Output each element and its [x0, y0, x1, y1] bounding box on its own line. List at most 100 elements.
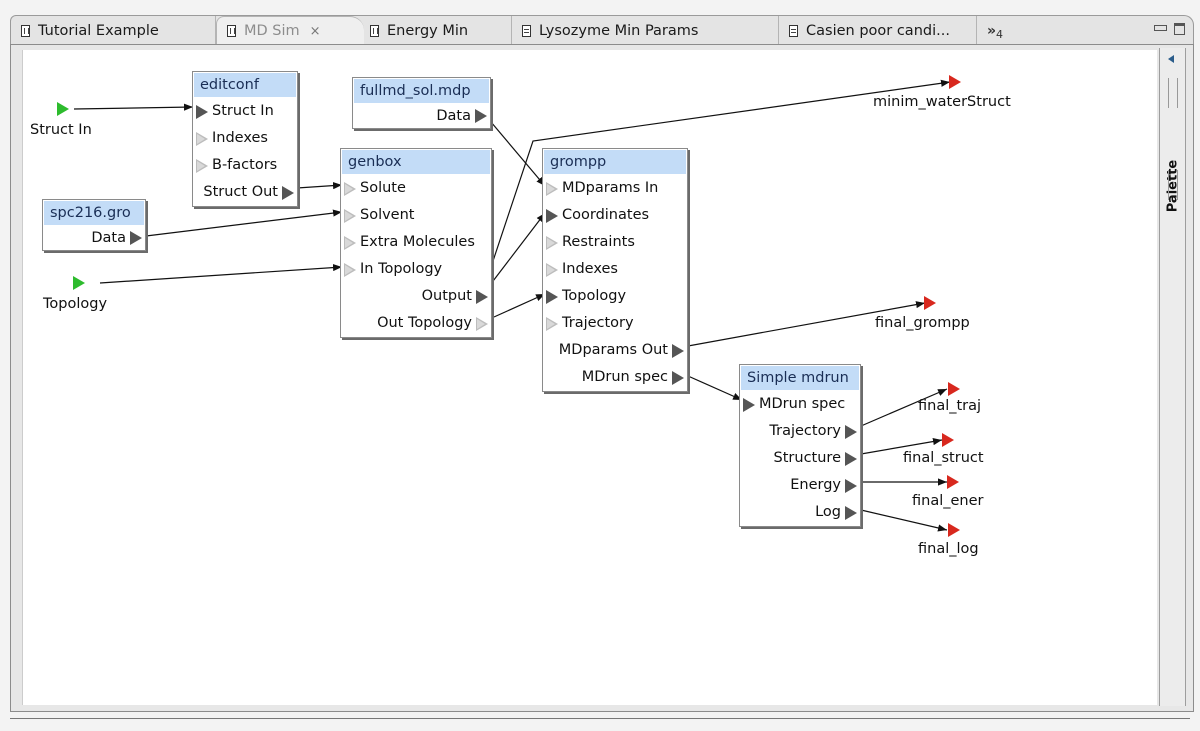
input-terminal-icon[interactable]: [73, 276, 85, 290]
node-editconf[interactable]: editconf Struct In Indexes B-factors Str…: [192, 71, 298, 207]
port-indexes[interactable]: Indexes: [543, 256, 687, 283]
port-b-factors[interactable]: B-factors: [193, 152, 297, 179]
node-fullmd-sol-mdp[interactable]: fullmd_sol.mdp Data: [352, 77, 491, 129]
chevron-double-right-icon: »: [987, 22, 997, 39]
port-label: Structure: [773, 450, 841, 466]
tab-label: Energy Min: [387, 22, 469, 39]
port-data[interactable]: Data: [43, 226, 145, 250]
port-trajectory[interactable]: Trajectory: [740, 418, 860, 445]
output-terminal-icon[interactable]: [942, 433, 954, 447]
port-label: In Topology: [360, 261, 443, 277]
port-unconnected-icon[interactable]: [344, 208, 356, 223]
close-icon[interactable]: ×: [310, 24, 321, 39]
port-connected-icon[interactable]: [476, 289, 488, 304]
port-unconnected-icon[interactable]: [344, 262, 356, 277]
port-solvent[interactable]: Solvent: [341, 202, 491, 229]
port-struct-in[interactable]: Struct In: [193, 98, 297, 125]
port-unconnected-icon[interactable]: [546, 181, 558, 196]
port-label: MDparams In: [562, 180, 659, 196]
port-unconnected-icon[interactable]: [546, 316, 558, 331]
port-connected-icon[interactable]: [845, 505, 857, 520]
port-label: MDrun spec: [581, 369, 668, 385]
port-out-topology[interactable]: Out Topology: [341, 310, 491, 337]
port-data[interactable]: Data: [353, 104, 490, 128]
minimize-icon[interactable]: [1154, 25, 1167, 31]
terminal-label: Struct In: [30, 122, 92, 138]
port-connected-icon[interactable]: [282, 185, 294, 200]
tab-overflow-button[interactable]: » 4: [977, 16, 1037, 45]
port-connected-icon[interactable]: [546, 289, 558, 304]
port-indexes[interactable]: Indexes: [193, 125, 297, 152]
port-unconnected-icon[interactable]: [196, 131, 208, 146]
port-connected-icon[interactable]: [196, 104, 208, 119]
tab-md-sim[interactable]: MD Sim ×: [216, 16, 364, 45]
port-mdparams-in[interactable]: MDparams In: [543, 175, 687, 202]
node-genbox[interactable]: genbox Solute Solvent Extra Molecules In…: [340, 148, 492, 338]
tab-label: Tutorial Example: [38, 22, 159, 39]
port-mdrun-spec[interactable]: MDrun spec: [543, 364, 687, 391]
output-terminal-icon[interactable]: [947, 475, 959, 489]
port-label: Trajectory: [769, 423, 841, 439]
port-connected-icon[interactable]: [845, 451, 857, 466]
port-unconnected-icon[interactable]: [546, 235, 558, 250]
port-restraints[interactable]: Restraints: [543, 229, 687, 256]
port-unconnected-icon[interactable]: [344, 181, 356, 196]
port-trajectory[interactable]: Trajectory: [543, 310, 687, 337]
port-solute[interactable]: Solute: [341, 175, 491, 202]
port-mdparams-out[interactable]: MDparams Out: [543, 337, 687, 364]
output-terminal-icon[interactable]: [948, 382, 960, 396]
palette-grip-icon[interactable]: [1168, 78, 1178, 108]
text-file-icon: [522, 24, 531, 37]
maximize-icon[interactable]: [1174, 23, 1185, 35]
port-label: Log: [815, 504, 841, 520]
port-unconnected-icon[interactable]: [344, 235, 356, 250]
port-coordinates[interactable]: Coordinates: [543, 202, 687, 229]
port-connected-icon[interactable]: [672, 343, 684, 358]
divider: [10, 718, 1190, 719]
port-connected-icon[interactable]: [546, 208, 558, 223]
port-label: Data: [91, 229, 126, 246]
port-structure[interactable]: Structure: [740, 445, 860, 472]
port-connected-icon[interactable]: [475, 109, 487, 123]
port-output[interactable]: Output: [341, 283, 491, 310]
tab-lysozyme-min-params[interactable]: Lysozyme Min Params: [512, 16, 779, 45]
port-topology[interactable]: Topology: [543, 283, 687, 310]
port-extra-molecules[interactable]: Extra Molecules: [341, 229, 491, 256]
port-mdrun-spec[interactable]: MDrun spec: [740, 391, 860, 418]
port-connected-icon[interactable]: [845, 478, 857, 493]
text-file-icon: [789, 24, 798, 37]
tab-energy-min[interactable]: Energy Min: [364, 16, 512, 45]
port-label: Solvent: [360, 207, 415, 223]
palette-grip-icon[interactable]: [1168, 170, 1178, 200]
node-title: spc216.gro: [44, 201, 144, 225]
tab-label: Lysozyme Min Params: [539, 22, 699, 39]
editor-tab-bar: Tutorial Example MD Sim × Energy Min Lys…: [10, 15, 1194, 45]
workflow-file-icon: [21, 24, 30, 37]
port-label: Out Topology: [377, 315, 472, 331]
port-in-topology[interactable]: In Topology: [341, 256, 491, 283]
port-connected-icon[interactable]: [130, 231, 142, 245]
port-connected-icon[interactable]: [743, 397, 755, 412]
expand-palette-icon[interactable]: [1168, 55, 1174, 63]
port-energy[interactable]: Energy: [740, 472, 860, 499]
port-struct-out[interactable]: Struct Out: [193, 179, 297, 206]
palette-sidebar[interactable]: Palette: [1159, 48, 1186, 706]
tab-tutorial-example[interactable]: Tutorial Example: [11, 16, 216, 45]
output-terminal-icon[interactable]: [924, 296, 936, 310]
input-terminal-icon[interactable]: [57, 102, 69, 116]
tab-label: Casien poor candi...: [806, 22, 950, 39]
terminal-label: final_ener: [912, 493, 984, 509]
port-log[interactable]: Log: [740, 499, 860, 526]
output-terminal-icon[interactable]: [948, 523, 960, 537]
node-title: fullmd_sol.mdp: [354, 79, 489, 103]
port-unconnected-icon[interactable]: [546, 262, 558, 277]
node-simple-mdrun[interactable]: Simple mdrun MDrun spec Trajectory Struc…: [739, 364, 861, 527]
port-unconnected-icon[interactable]: [476, 316, 488, 331]
tab-casien-poor-candi[interactable]: Casien poor candi...: [779, 16, 977, 45]
output-terminal-icon[interactable]: [949, 75, 961, 89]
port-unconnected-icon[interactable]: [196, 158, 208, 173]
node-spc216-gro[interactable]: spc216.gro Data: [42, 199, 146, 251]
port-connected-icon[interactable]: [845, 424, 857, 439]
port-connected-icon[interactable]: [672, 370, 684, 385]
node-grompp[interactable]: grompp MDparams In Coordinates Restraint…: [542, 148, 688, 392]
